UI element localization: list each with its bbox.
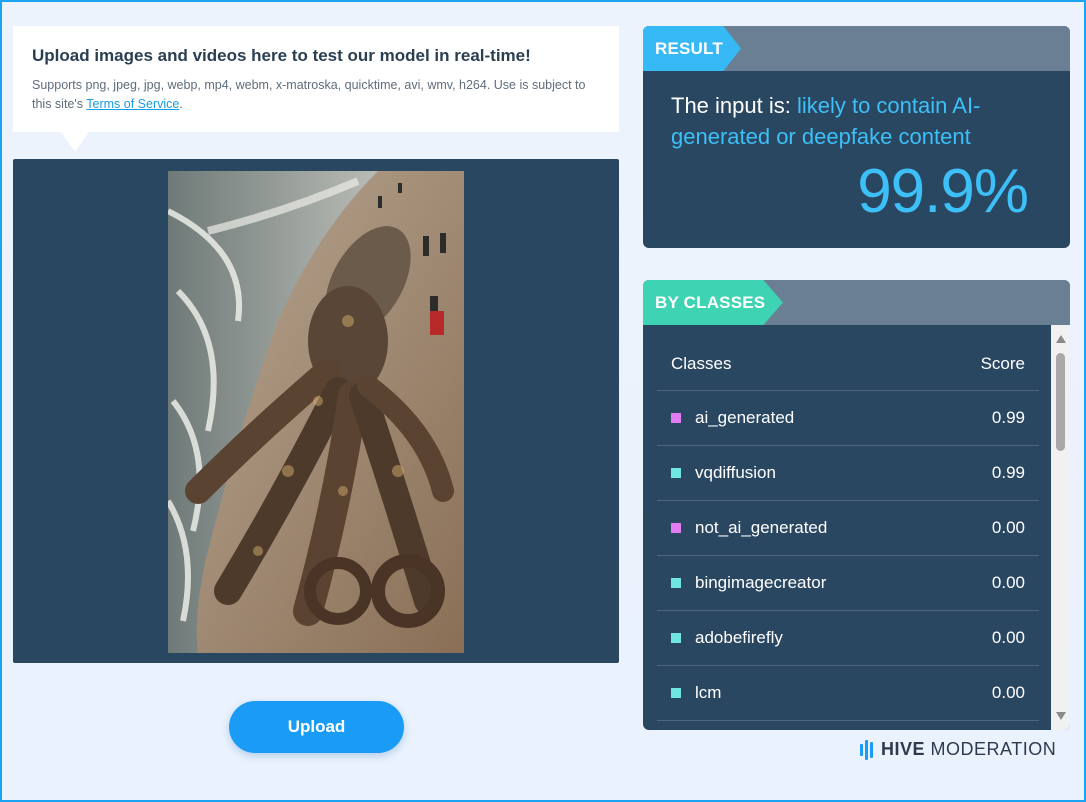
- class-color-swatch: [671, 523, 681, 533]
- table-row: bingimagecreator 0.00: [657, 556, 1039, 611]
- scroll-thumb[interactable]: [1056, 353, 1065, 451]
- class-name: lcm: [695, 683, 722, 702]
- class-name: not_ai_generated: [695, 518, 828, 537]
- result-tab: RESULT: [643, 26, 741, 71]
- class-score: 0.99: [991, 463, 1025, 482]
- table-row: ai_generated 0.99: [657, 391, 1039, 446]
- class-name: adobefirefly: [695, 628, 783, 647]
- table-row: vqdiffusion 0.99: [657, 446, 1039, 501]
- app-frame: Upload images and videos here to test ou…: [0, 0, 1086, 802]
- class-name: vqdiffusion: [695, 463, 776, 482]
- result-panel: RESULT The input is: likely to contain A…: [643, 26, 1070, 248]
- hive-bars-icon: [860, 739, 873, 760]
- class-score: 0.00: [991, 683, 1025, 702]
- verdict-prefix: The input is:: [671, 93, 797, 118]
- class-color-swatch: [671, 578, 681, 588]
- result-verdict: The input is: likely to contain AI-gener…: [671, 90, 1031, 152]
- classes-panel-header: BY CLASSES: [643, 280, 1070, 325]
- uploaded-image-preview: [168, 171, 464, 653]
- beach-octopus-image: [168, 171, 464, 653]
- classes-table[interactable]: Classes Score ai_generated 0.99 vqdiffus…: [657, 325, 1039, 730]
- table-row: adobefirefly 0.00: [657, 611, 1039, 666]
- classes-table-header: Classes Score: [657, 325, 1039, 391]
- upload-info-subtitle: Supports png, jpeg, jpg, webp, mp4, webm…: [32, 76, 592, 114]
- scroll-up-arrow-icon[interactable]: [1056, 335, 1066, 343]
- preview-panel: [13, 159, 619, 663]
- table-row: lcm 0.00: [657, 666, 1039, 721]
- col-score-header: Score: [980, 353, 1025, 373]
- classes-scrollbar[interactable]: [1051, 325, 1070, 730]
- table-row: not_ai_generated 0.00: [657, 501, 1039, 556]
- class-color-swatch: [671, 633, 681, 643]
- upload-info-card: Upload images and videos here to test ou…: [13, 26, 619, 152]
- confidence-score: 99.9%: [857, 157, 1029, 226]
- class-name: ai_generated: [695, 408, 795, 427]
- scroll-down-arrow-icon[interactable]: [1056, 712, 1066, 720]
- class-color-swatch: [671, 468, 681, 478]
- terms-of-service-link[interactable]: Terms of Service: [86, 97, 179, 111]
- class-color-swatch: [671, 413, 681, 423]
- brand-name-rest: MODERATION: [930, 739, 1057, 759]
- result-panel-header: RESULT: [643, 26, 1070, 71]
- class-name: bingimagecreator: [695, 573, 827, 592]
- class-color-swatch: [671, 688, 681, 698]
- upload-button[interactable]: Upload: [229, 701, 404, 753]
- class-score: 0.00: [991, 573, 1025, 592]
- by-classes-tab: BY CLASSES: [643, 280, 783, 325]
- upload-info-title: Upload images and videos here to test ou…: [32, 46, 531, 65]
- hive-moderation-logo: HIVE MODERATION: [860, 739, 1056, 760]
- class-score: 0.00: [991, 518, 1025, 537]
- brand-name-bold: HIVE: [881, 739, 926, 759]
- col-classes-header: Classes: [671, 353, 732, 373]
- class-score: 0.99: [991, 408, 1025, 427]
- class-score: 0.00: [991, 628, 1025, 647]
- tos-suffix: .: [179, 97, 183, 111]
- classes-panel: BY CLASSES Classes Score ai_generated 0.…: [643, 280, 1070, 730]
